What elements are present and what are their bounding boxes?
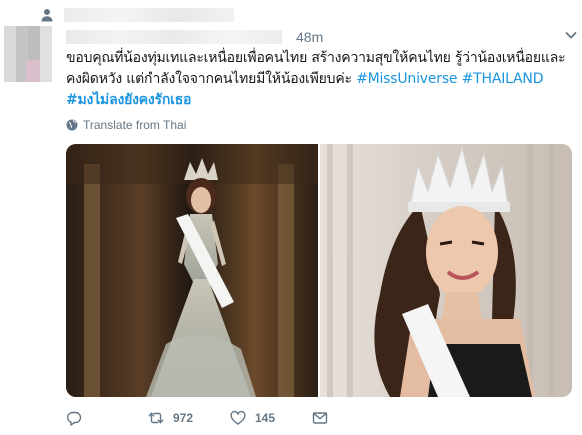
translate-label[interactable]: Translate from Thai	[83, 118, 186, 132]
tweet[interactable]: 48m ขอบคุณที่น้องทุ่มเทและเหนื่อยเพื่อคน…	[0, 24, 582, 435]
hashtag-link[interactable]: #มงไม่ลงยังคงรักเธอ	[66, 92, 191, 108]
chevron-down-icon[interactable]	[564, 28, 578, 42]
blurred-user-name[interactable]	[66, 30, 282, 44]
envelope-icon	[312, 412, 328, 424]
retweet-button[interactable]: 972	[148, 408, 230, 428]
social-context	[40, 6, 234, 24]
photo-right[interactable]	[320, 144, 572, 397]
blurred-context-name[interactable]	[64, 8, 234, 22]
translate-link[interactable]: Translate from Thai	[66, 118, 186, 132]
hashtag-link[interactable]: #MissUniverse	[356, 71, 457, 87]
avatar[interactable]	[4, 26, 52, 82]
tweet-header: 48m	[66, 26, 574, 48]
retweet-count: 972	[173, 411, 194, 425]
hashtag-link[interactable]: #THAILAND	[462, 71, 544, 87]
globe-icon	[66, 119, 78, 131]
reply-button[interactable]	[66, 408, 148, 428]
person-icon	[41, 9, 53, 22]
tweet-actions: 972 145	[66, 408, 352, 428]
heart-icon	[230, 410, 246, 425]
photo-left[interactable]	[66, 144, 318, 397]
timestamp[interactable]: 48m	[296, 29, 323, 45]
message-button[interactable]	[312, 408, 352, 428]
stage-gown-photo	[66, 144, 318, 397]
crown-portrait-photo	[320, 144, 572, 397]
tweet-text: ขอบคุณที่น้องทุ่มเทและเหนื่อยเพื่อคนไทย …	[66, 48, 572, 111]
like-count: 145	[255, 411, 276, 425]
reply-icon	[67, 411, 82, 426]
like-button[interactable]: 145	[230, 408, 312, 428]
retweet-icon	[148, 412, 164, 424]
media-grid	[66, 144, 572, 397]
